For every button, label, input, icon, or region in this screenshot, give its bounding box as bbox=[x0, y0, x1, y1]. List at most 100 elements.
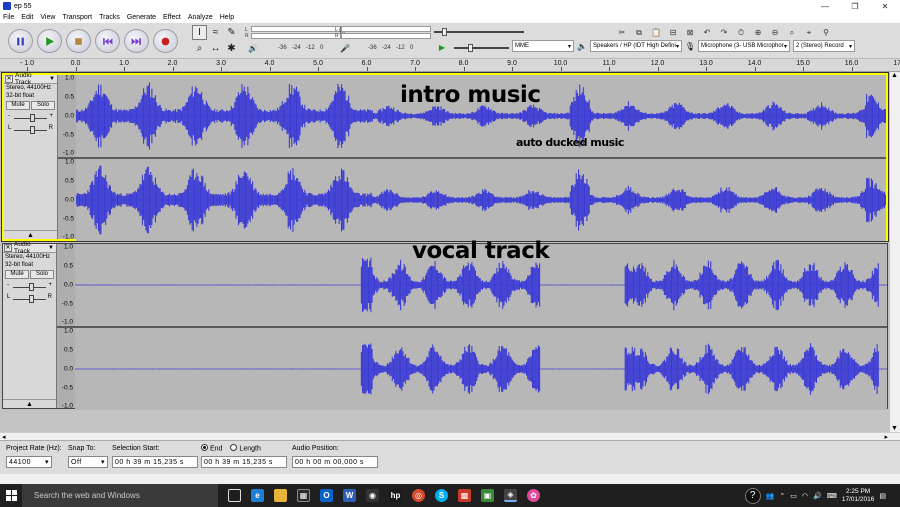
wifi-icon[interactable]: ◠ bbox=[802, 492, 808, 500]
selection-end-field[interactable]: 00 h 39 m 15,235 s bbox=[201, 456, 287, 468]
task-view-icon[interactable] bbox=[228, 489, 241, 502]
close-track-icon[interactable]: ✕ bbox=[5, 75, 13, 83]
gain-slider[interactable]: - + bbox=[7, 282, 52, 292]
silence-icon[interactable]: ⊠ bbox=[683, 26, 697, 39]
audacity-taskbar-icon[interactable]: ◈ bbox=[504, 489, 517, 502]
menu-help[interactable]: Help bbox=[220, 14, 234, 21]
draw-tool-icon[interactable]: ✎ bbox=[224, 25, 239, 40]
track-control-panel[interactable]: ✕ Audio Track ▼ Stereo, 44100Hz 32-bit f… bbox=[4, 72, 58, 239]
snap-to-select[interactable]: Off ▾ bbox=[68, 456, 108, 468]
zoom-toggle-icon[interactable]: ⚲ bbox=[819, 26, 833, 39]
zoom-out-icon[interactable]: ⊖ bbox=[768, 26, 782, 39]
fit-project-icon[interactable]: ⌖ bbox=[802, 26, 816, 39]
solo-button[interactable]: Solo bbox=[31, 101, 55, 110]
waveform-right-channel[interactable] bbox=[75, 328, 887, 410]
menu-file[interactable]: File bbox=[3, 14, 14, 21]
envelope-tool-icon[interactable]: ≈ bbox=[208, 25, 223, 40]
action-center-icon[interactable]: ▤ bbox=[879, 492, 886, 500]
sync-lock-icon[interactable]: ⏱ bbox=[734, 26, 748, 39]
trim-icon[interactable]: ⊟ bbox=[666, 26, 680, 39]
audio-host-select[interactable]: MME ▾ bbox=[512, 40, 574, 52]
tracks-area[interactable]: ✕ Audio Track ▼ Stereo, 44100Hz 32-bit f… bbox=[0, 72, 890, 432]
track-menu-chevron-icon[interactable]: ▼ bbox=[49, 76, 55, 82]
zoom-in-icon[interactable]: ⊕ bbox=[751, 26, 765, 39]
cut-icon[interactable]: ✂ bbox=[615, 26, 629, 39]
media-player-icon[interactable]: ◉ bbox=[366, 489, 379, 502]
chrome-icon[interactable]: ◎ bbox=[412, 489, 425, 502]
minimize-button[interactable]: — bbox=[810, 0, 840, 12]
play-at-speed-icon[interactable]: ▶ bbox=[437, 42, 447, 53]
menu-generate[interactable]: Generate bbox=[127, 14, 156, 21]
gain-slider[interactable]: - + bbox=[8, 113, 53, 123]
stop-button[interactable] bbox=[66, 29, 91, 53]
solo-button[interactable]: Solo bbox=[30, 270, 54, 279]
play-button[interactable] bbox=[37, 29, 62, 53]
mute-button[interactable]: Mute bbox=[5, 270, 29, 279]
skype-icon[interactable]: S bbox=[435, 489, 448, 502]
hp-icon[interactable]: hp bbox=[389, 489, 402, 502]
end-radio[interactable] bbox=[201, 444, 208, 451]
record-button[interactable] bbox=[153, 29, 178, 53]
track-menu-chevron-icon[interactable]: ▼ bbox=[48, 245, 54, 251]
menu-edit[interactable]: Edit bbox=[21, 14, 33, 21]
undo-icon[interactable]: ↶ bbox=[700, 26, 714, 39]
skip-to-start-button[interactable] bbox=[95, 29, 120, 53]
taskbar-search-box[interactable]: Search the web and Windows bbox=[22, 484, 218, 507]
file-explorer-icon[interactable] bbox=[274, 489, 287, 502]
collapse-track-icon[interactable]: ▲ bbox=[3, 399, 56, 408]
paste-icon[interactable]: 📋 bbox=[649, 26, 663, 39]
close-track-icon[interactable]: ✕ bbox=[4, 244, 12, 252]
selection-start-field[interactable]: 00 h 39 m 15,235 s bbox=[112, 456, 198, 468]
length-radio[interactable] bbox=[230, 444, 238, 451]
menu-tracks[interactable]: Tracks bbox=[99, 14, 120, 21]
pause-button[interactable] bbox=[8, 29, 33, 53]
input-device-select[interactable]: Microphone (3- USB Microphor ▾ bbox=[698, 40, 790, 52]
track-control-panel[interactable]: ✕ Audio Track ▼ Stereo, 44100Hz 32-bit f… bbox=[3, 241, 57, 408]
output-device-select[interactable]: Speakers / HP (IDT High Defini ▾ bbox=[590, 40, 682, 52]
keyboard-icon[interactable]: ⌨ bbox=[827, 492, 837, 500]
menu-analyze[interactable]: Analyze bbox=[188, 14, 213, 21]
outlook-icon[interactable]: O bbox=[320, 489, 333, 502]
scroll-up-icon[interactable]: ▲ bbox=[891, 72, 898, 79]
show-hidden-icons-chevron-icon[interactable]: ⌃ bbox=[779, 492, 785, 500]
input-channels-select[interactable]: 2 (Stereo) Record ▾ bbox=[793, 40, 855, 52]
fit-selection-icon[interactable]: ⌕ bbox=[785, 26, 799, 39]
taskbar-clock[interactable]: 2:25 PM 17/01/2016 bbox=[842, 488, 875, 504]
selection-tool-icon[interactable]: I bbox=[192, 25, 207, 40]
record-meter[interactable]: LR bbox=[245, 26, 341, 39]
pan-slider[interactable]: LR bbox=[7, 294, 52, 304]
paint-icon[interactable]: ✿ bbox=[527, 489, 540, 502]
playback-meter[interactable]: LR bbox=[335, 26, 431, 39]
spreadsheet-icon[interactable]: ▣ bbox=[481, 489, 494, 502]
volume-icon[interactable]: 🔊 bbox=[813, 492, 822, 500]
pan-slider[interactable]: LR bbox=[8, 125, 53, 135]
skip-to-end-button[interactable] bbox=[124, 29, 149, 53]
horizontal-scrollbar[interactable]: ◂ ▸ bbox=[0, 432, 900, 441]
project-rate-select[interactable]: 44100 ▾ bbox=[6, 456, 52, 468]
word-icon[interactable]: W bbox=[343, 489, 356, 502]
menu-effect[interactable]: Effect bbox=[163, 14, 181, 21]
menu-view[interactable]: View bbox=[40, 14, 55, 21]
redo-icon[interactable]: ↷ bbox=[717, 26, 731, 39]
edge-icon[interactable]: e bbox=[251, 489, 264, 502]
vertical-scrollbar[interactable]: ▲ ▼ bbox=[890, 72, 900, 432]
time-shift-tool-icon[interactable]: ↔ bbox=[208, 41, 223, 56]
help-icon[interactable]: ? bbox=[744, 487, 761, 504]
app-grid-icon[interactable]: ▩ bbox=[458, 489, 471, 502]
scroll-down-icon[interactable]: ▼ bbox=[891, 425, 898, 432]
waveform-right-channel[interactable] bbox=[76, 159, 886, 241]
people-icon[interactable]: 👥 bbox=[766, 492, 775, 500]
collapse-track-icon[interactable]: ▲ bbox=[4, 230, 57, 239]
timeline-ruler[interactable]: - 1.0 0.0 1.0 2.0 3.0 4.0 5.0 6.0 7.0 8.0 9.0 10.0 1… bbox=[0, 59, 900, 72]
copy-icon[interactable]: ⧉ bbox=[632, 26, 646, 39]
start-button[interactable] bbox=[0, 484, 22, 507]
audio-track-vocal[interactable]: ✕ Audio Track ▼ Stereo, 44100Hz 32-bit f… bbox=[2, 241, 888, 410]
menu-transport[interactable]: Transport bbox=[62, 14, 92, 21]
zoom-tool-icon[interactable]: ⌕ bbox=[192, 41, 207, 56]
play-speed-slider[interactable] bbox=[452, 43, 509, 53]
store-icon[interactable]: ▦ bbox=[297, 489, 310, 502]
record-volume-slider[interactable] bbox=[432, 27, 524, 37]
network-icon[interactable]: ▭ bbox=[790, 492, 797, 500]
close-button[interactable]: ✕ bbox=[870, 0, 900, 12]
audio-position-field[interactable]: 00 h 00 m 00,000 s bbox=[292, 456, 378, 468]
